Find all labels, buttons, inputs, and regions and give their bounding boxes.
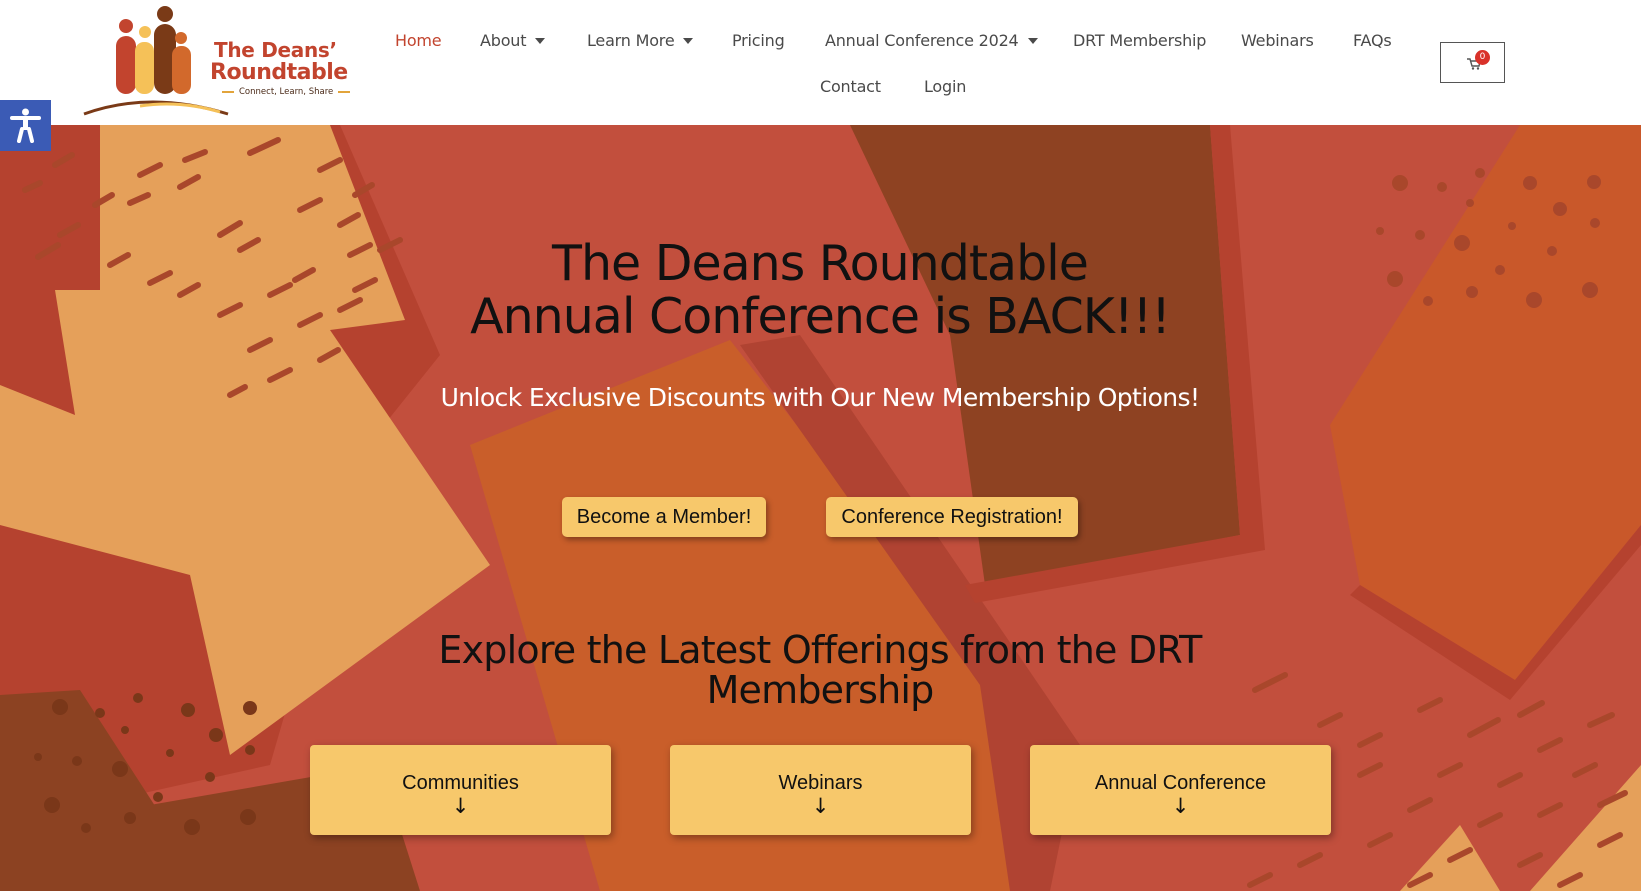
chevron-down-icon [683, 37, 694, 44]
nav-webinars[interactable]: Webinars [1241, 31, 1314, 50]
logo-text-line1: The Deans’ [214, 38, 337, 62]
conference-registration-button[interactable]: Conference Registration! [826, 497, 1078, 537]
communities-card[interactable]: Communities ↓ [310, 745, 611, 835]
accessibility-button[interactable] [0, 100, 51, 151]
become-member-button[interactable]: Become a Member! [562, 497, 766, 537]
arrow-down-icon: ↓ [811, 794, 830, 818]
card-label: Communities [402, 772, 519, 794]
hero-title: The Deans Roundtable Annual Conference i… [470, 235, 1171, 345]
card-label: Annual Conference [1094, 772, 1267, 794]
nav-annual-conference[interactable]: Annual Conference 2024 [825, 31, 1038, 50]
hero-subtitle: Unlock Exclusive Discounts with Our New … [440, 383, 1200, 412]
card-label: Webinars [778, 772, 863, 794]
nav-pricing[interactable]: Pricing [732, 31, 785, 50]
chevron-down-icon [535, 37, 546, 44]
cart-button[interactable]: 0 [1440, 42, 1505, 83]
nav-about[interactable]: About [480, 31, 546, 50]
arrow-down-icon: ↓ [451, 794, 470, 818]
arrow-down-icon: ↓ [1171, 794, 1190, 818]
site-header: The Deans’ Roundtable Connect, Learn, Sh… [0, 0, 1641, 125]
logo-text-line2: Roundtable [210, 60, 348, 85]
logo-figures-icon [83, 6, 229, 116]
explore-heading: Explore the Latest Offerings from the DR… [438, 628, 1202, 712]
accessibility-icon [10, 108, 41, 143]
chevron-down-icon [1027, 37, 1038, 44]
nav-contact[interactable]: Contact [820, 77, 881, 96]
nav-drt-membership[interactable]: DRT Membership [1073, 31, 1206, 50]
nav-faqs[interactable]: FAQs [1353, 31, 1392, 50]
hero-section: The Deans Roundtable Annual Conference i… [0, 125, 1641, 891]
webinars-card[interactable]: Webinars ↓ [670, 745, 971, 835]
nav-login[interactable]: Login [924, 77, 966, 96]
nav-home[interactable]: Home [395, 31, 442, 50]
site-logo[interactable]: The Deans’ Roundtable Connect, Learn, Sh… [80, 2, 355, 122]
cart-count-badge: 0 [1475, 50, 1490, 65]
annual-conference-card[interactable]: Annual Conference ↓ [1030, 745, 1331, 835]
logo-tagline: Connect, Learn, Share [217, 87, 355, 97]
nav-learn-more[interactable]: Learn More [587, 31, 694, 50]
